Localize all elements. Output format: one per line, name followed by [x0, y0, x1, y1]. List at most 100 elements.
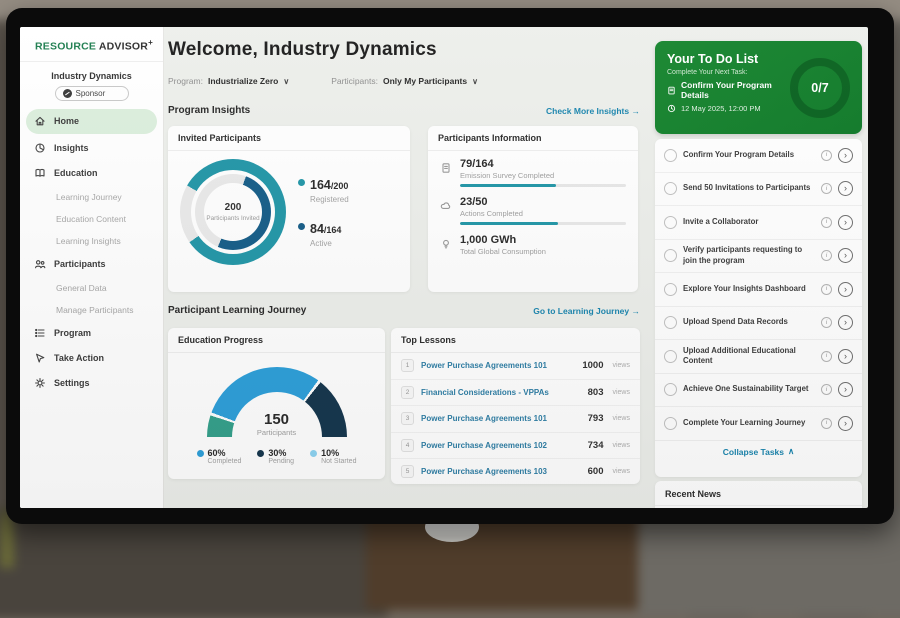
- sidebar-item-label: Take Action: [54, 353, 104, 363]
- task-checkbox[interactable]: [664, 417, 677, 430]
- sidebar-item-label: Program: [54, 328, 91, 338]
- stat-value: 79/164: [460, 158, 626, 170]
- lesson-link[interactable]: Financial Considerations - VPPAs: [421, 388, 581, 397]
- task-row[interactable]: Verify participants requesting to join t…: [655, 240, 862, 274]
- logo-secondary: ADVISOR: [99, 41, 148, 53]
- task-label: Achieve One Sustainability Target: [683, 380, 815, 399]
- sidebar-item-take-action[interactable]: Take Action: [20, 346, 163, 371]
- task-checkbox[interactable]: [664, 249, 677, 262]
- info-icon[interactable]: i: [821, 351, 832, 362]
- collapse-tasks-label: Collapse Tasks: [723, 447, 784, 457]
- chevron-right-button[interactable]: ›: [838, 315, 853, 330]
- task-label: Complete Your Learning Journey: [683, 414, 815, 433]
- go-to-learning-journey-link[interactable]: Go to Learning Journey →: [533, 306, 640, 316]
- legend-label: Not Started: [321, 458, 356, 465]
- sidebar-item-home[interactable]: Home: [26, 109, 157, 134]
- legend-label: Active: [310, 239, 349, 248]
- task-label: Upload Spend Data Records: [683, 313, 815, 332]
- chevron-right-button[interactable]: ›: [838, 181, 853, 196]
- task-checkbox[interactable]: [664, 149, 677, 162]
- task-label: Explore Your Insights Dashboard: [683, 280, 815, 299]
- lesson-link[interactable]: Power Purchase Agreements 101: [421, 414, 581, 423]
- sidebar-item-program[interactable]: Program: [20, 321, 163, 346]
- task-row[interactable]: Upload Spend Data Records i ›: [655, 307, 862, 341]
- org-name: Industry Dynamics: [20, 71, 163, 81]
- task-row[interactable]: Explore Your Insights Dashboard i ›: [655, 273, 862, 307]
- education-gauge-chart: 150 Participants: [207, 367, 347, 437]
- sidebar-item-learning-journey[interactable]: Learning Journey: [20, 186, 163, 208]
- collapse-tasks-link[interactable]: Collapse Tasks ∧: [655, 441, 862, 463]
- info-icon[interactable]: i: [821, 150, 832, 161]
- sidebar-item-label: Participants: [54, 259, 106, 269]
- chevron-up-icon: ∧: [788, 446, 794, 457]
- task-checkbox[interactable]: [664, 350, 677, 363]
- gauge-center-label: Participants: [207, 428, 347, 437]
- participants-filter-value: Only My Participants: [383, 76, 467, 86]
- sidebar-item-manage-participants[interactable]: Manage Participants: [20, 299, 163, 321]
- cursor-action-icon: [34, 352, 46, 364]
- task-row[interactable]: Achieve One Sustainability Target i ›: [655, 374, 862, 408]
- program-filter[interactable]: Program: Industrialize Zero ∨: [168, 76, 289, 86]
- task-checkbox[interactable]: [664, 216, 677, 229]
- lesson-link[interactable]: Power Purchase Agreements 102: [421, 441, 581, 450]
- clock-icon: [667, 104, 676, 113]
- chevron-right-button[interactable]: ›: [838, 349, 853, 364]
- sidebar-item-participants[interactable]: Participants: [20, 252, 163, 277]
- education-gauge-center: 150 Participants: [207, 411, 347, 437]
- survey-document-icon: [440, 161, 452, 173]
- legend-label: Registered: [310, 195, 349, 204]
- arrow-right-icon: →: [632, 306, 641, 316]
- task-checkbox[interactable]: [664, 383, 677, 396]
- task-row[interactable]: Send 50 Invitations to Participants i ›: [655, 173, 862, 207]
- info-icon[interactable]: i: [821, 284, 832, 295]
- task-checkbox[interactable]: [664, 283, 677, 296]
- legend-total: /200: [331, 181, 349, 191]
- participants-filter-label: Participants:: [331, 76, 378, 86]
- logo-plus: +: [148, 38, 153, 47]
- chevron-right-button[interactable]: ›: [838, 416, 853, 431]
- sidebar-item-general-data[interactable]: General Data: [20, 277, 163, 299]
- chevron-right-button[interactable]: ›: [838, 248, 853, 263]
- sidebar-item-label: General Data: [56, 283, 107, 293]
- sidebar-item-learning-insights[interactable]: Learning Insights: [20, 230, 163, 252]
- invited-participants-title: Invited Participants: [168, 126, 410, 151]
- lesson-link[interactable]: Power Purchase Agreements 101: [421, 361, 575, 370]
- task-row[interactable]: Confirm Your Program Details i ›: [655, 139, 862, 173]
- stat-value: 23/50: [460, 196, 626, 208]
- app-logo: RESOURCE ADVISOR+: [20, 27, 163, 62]
- chevron-right-button[interactable]: ›: [838, 282, 853, 297]
- task-label: Confirm Your Program Details: [683, 146, 815, 165]
- info-icon[interactable]: i: [821, 317, 832, 328]
- check-more-insights-link[interactable]: Check More Insights →: [546, 106, 640, 116]
- info-icon[interactable]: i: [821, 217, 832, 228]
- task-row[interactable]: Complete Your Learning Journey i ›: [655, 407, 862, 441]
- lesson-row: 4 Power Purchase Agreements 102 734views: [391, 433, 640, 460]
- sidebar-item-education[interactable]: Education: [20, 161, 163, 186]
- task-checkbox[interactable]: [664, 316, 677, 329]
- sidebar-item-settings[interactable]: Settings: [20, 371, 163, 396]
- list-icon: [34, 327, 46, 339]
- task-row[interactable]: Upload Additional Educational Content i …: [655, 340, 862, 374]
- info-icon[interactable]: i: [821, 183, 832, 194]
- sidebar-item-education-content[interactable]: Education Content: [20, 208, 163, 230]
- participants-filter[interactable]: Participants: Only My Participants ∨: [331, 76, 478, 86]
- task-label: Send 50 Invitations to Participants: [683, 179, 815, 198]
- views-suffix: views: [612, 415, 630, 422]
- sidebar-item-label: Manage Participants: [56, 305, 134, 315]
- task-row[interactable]: Invite a Collaborator i ›: [655, 206, 862, 240]
- views-suffix: views: [612, 389, 630, 396]
- sidebar-item-insights[interactable]: Insights: [20, 136, 163, 161]
- book-icon: [34, 167, 46, 179]
- info-icon[interactable]: i: [821, 250, 832, 261]
- recent-news-card: Recent News: [655, 481, 862, 508]
- stat-label: Total Global Consumption: [460, 247, 626, 256]
- lesson-link[interactable]: Power Purchase Agreements 103: [421, 467, 581, 476]
- task-checkbox[interactable]: [664, 182, 677, 195]
- chevron-right-button[interactable]: ›: [838, 215, 853, 230]
- chevron-right-button[interactable]: ›: [838, 382, 853, 397]
- info-icon[interactable]: i: [821, 384, 832, 395]
- info-icon[interactable]: i: [821, 418, 832, 429]
- stat-label: Actions Completed: [460, 209, 626, 218]
- sponsor-icon: [63, 89, 72, 98]
- chevron-right-button[interactable]: ›: [838, 148, 853, 163]
